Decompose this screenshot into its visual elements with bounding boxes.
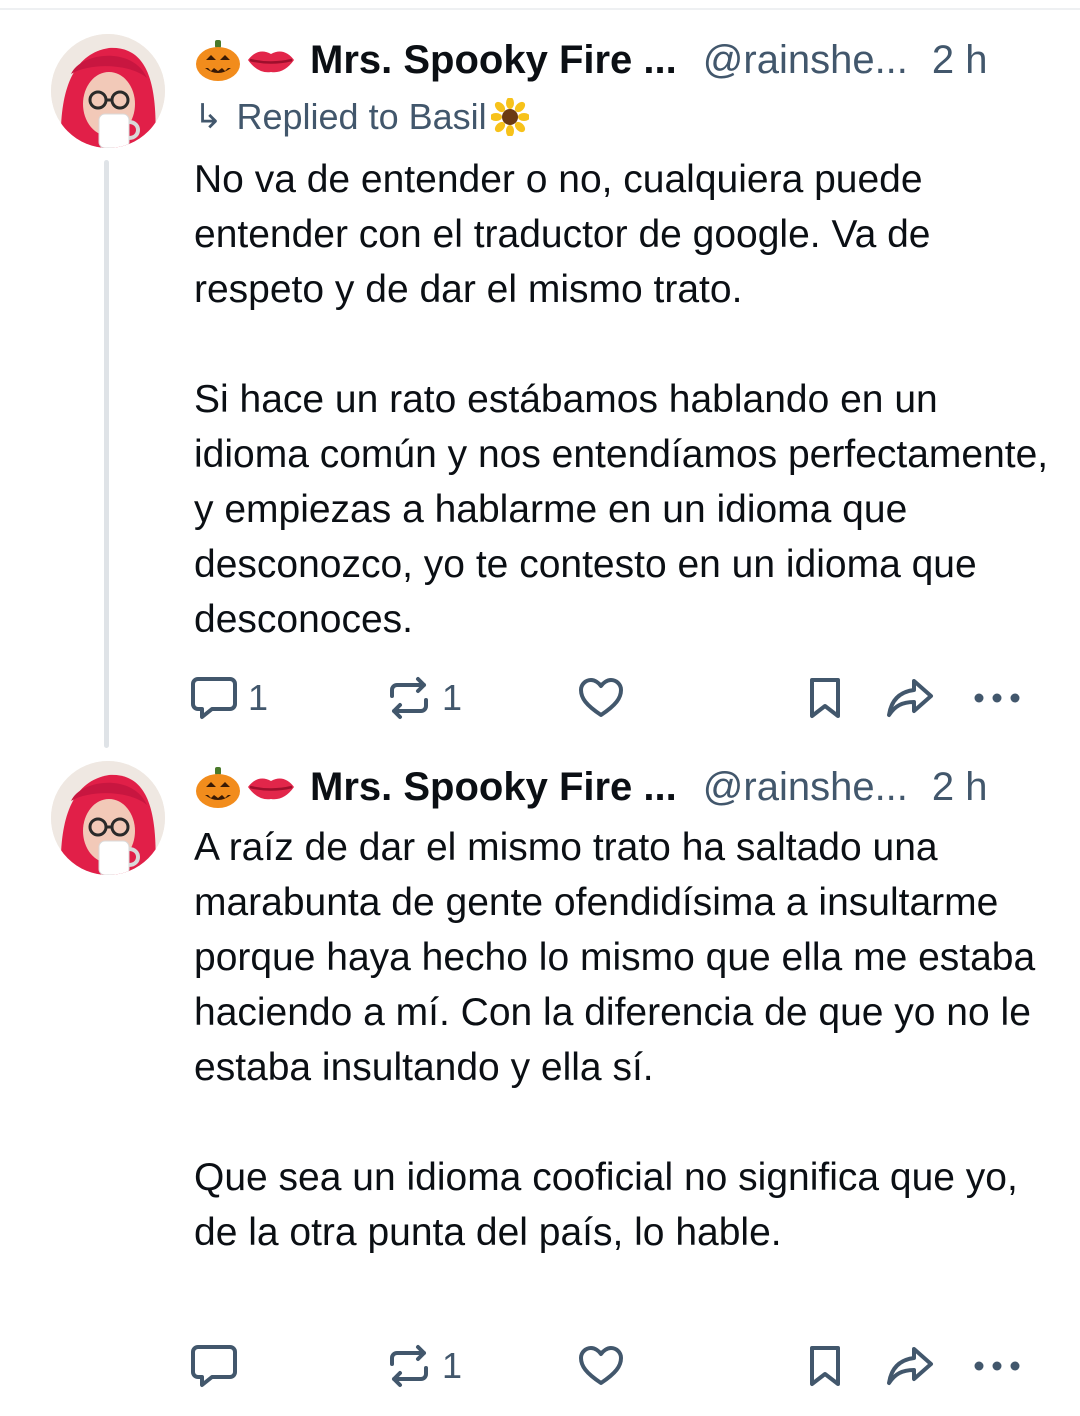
bookmark-icon (810, 1346, 840, 1386)
reply-button[interactable]: 1 (190, 670, 268, 726)
share-button[interactable] (886, 1338, 934, 1394)
reply-indicator[interactable]: ↳ Replied to Basil (194, 93, 533, 141)
post-text: No va de entender o no, cualquiera puede… (194, 152, 1054, 647)
ellipsis-icon (974, 693, 1020, 703)
avatar[interactable] (51, 761, 165, 875)
pumpkin-icon (194, 765, 242, 809)
post-header: Mrs. Spooky Fire ... @rainshe... 2 h (194, 759, 1040, 815)
post-time[interactable]: 2 h (932, 765, 988, 810)
reply-to-label: Replied to Basil (236, 96, 487, 137)
post-paragraph: A raíz de dar el mismo trato ha saltado … (194, 826, 1036, 1089)
more-options-button[interactable] (972, 670, 1022, 726)
more-options-button[interactable] (972, 1338, 1022, 1394)
author-handle[interactable]: @rainshe... (703, 765, 908, 810)
comment-icon (191, 1345, 237, 1387)
repost-button[interactable]: 1 (386, 670, 462, 726)
author-handle[interactable]: @rainshe... (703, 38, 908, 83)
lips-icon (246, 45, 296, 75)
avatar[interactable] (51, 34, 165, 148)
ellipsis-icon (974, 1361, 1020, 1371)
share-arrow-icon (887, 1347, 933, 1385)
reply-count: 1 (248, 677, 269, 718)
post-time[interactable]: 2 h (932, 38, 988, 83)
pumpkin-icon (194, 38, 242, 82)
comment-icon (191, 677, 237, 719)
bookmark-button[interactable] (806, 1338, 844, 1394)
bookmark-icon (810, 678, 840, 718)
top-divider (0, 8, 1080, 10)
thread-line (104, 160, 109, 748)
like-button[interactable] (578, 1338, 624, 1394)
repost-count: 1 (442, 1345, 463, 1386)
author-name[interactable]: Mrs. Spooky Fire ... (310, 765, 677, 810)
like-button[interactable] (578, 670, 624, 726)
share-arrow-icon (887, 679, 933, 717)
reply-button[interactable] (190, 1338, 248, 1394)
post-paragraph: Que sea un idioma cooficial no significa… (194, 1156, 1018, 1254)
author-name[interactable]: Mrs. Spooky Fire ... (310, 38, 677, 83)
post-text: A raíz de dar el mismo trato ha saltado … (194, 820, 1054, 1260)
post-header: Mrs. Spooky Fire ... @rainshe... 2 h (194, 32, 1040, 88)
heart-icon (579, 1346, 623, 1385)
lips-icon (246, 772, 296, 802)
post-actions: 1 1 (190, 670, 1040, 726)
post-paragraph: No va de entender o no, cualquiera puede… (194, 158, 931, 311)
repost-icon (390, 1345, 428, 1387)
repost-icon (390, 677, 428, 719)
repost-count: 1 (442, 677, 463, 718)
post-actions: 1 (190, 1338, 1040, 1394)
sunflower-icon (490, 98, 529, 136)
heart-icon (579, 678, 623, 717)
reply-arrow-icon: ↳ (194, 98, 223, 136)
bookmark-button[interactable] (806, 670, 844, 726)
share-button[interactable] (886, 670, 934, 726)
post-paragraph: Si hace un rato estábamos hablando en un… (194, 378, 1049, 641)
repost-button[interactable]: 1 (386, 1338, 462, 1394)
